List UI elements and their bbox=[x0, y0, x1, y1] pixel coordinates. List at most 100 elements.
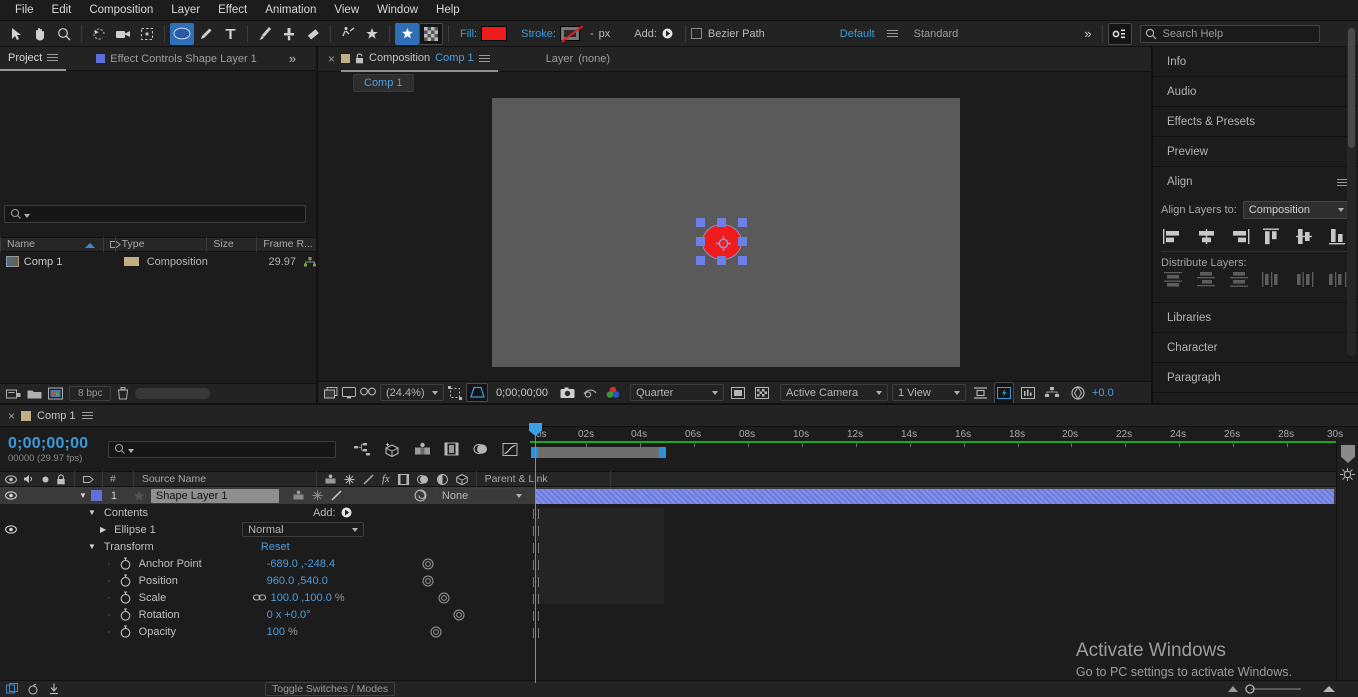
type-tool-icon[interactable] bbox=[218, 23, 242, 45]
rotation-expression-icon[interactable] bbox=[453, 609, 465, 621]
timeline-motion-icon[interactable] bbox=[1339, 467, 1356, 482]
project-tabs-overflow-icon[interactable]: » bbox=[289, 51, 296, 66]
layer-parent-select[interactable]: None bbox=[436, 488, 528, 503]
align-right-icon[interactable] bbox=[1229, 228, 1250, 245]
layer-collapse-toggle-icon[interactable] bbox=[312, 490, 323, 501]
transform-expand-triangle-icon[interactable]: ▼ bbox=[88, 542, 96, 551]
rotation-value[interactable]: 0 x +0.0 bbox=[267, 609, 306, 621]
scale-expression-icon[interactable] bbox=[438, 592, 450, 604]
distribute-bottom-icon[interactable] bbox=[1229, 271, 1250, 288]
zoom-level-select[interactable]: (24.4%) bbox=[380, 384, 444, 401]
snapshot-camera-icon[interactable] bbox=[560, 387, 575, 399]
scale-stopwatch-icon[interactable] bbox=[120, 591, 131, 604]
draft-3d-icon[interactable] bbox=[384, 442, 401, 457]
layer-ellipse-row[interactable]: ▶ Ellipse 1 Normal bbox=[0, 521, 1358, 538]
timeline-panel-menu-icon[interactable] bbox=[82, 410, 93, 421]
clone-stamp-tool-icon[interactable] bbox=[277, 23, 301, 45]
column-index[interactable]: # bbox=[110, 473, 116, 485]
panel-effects-presets[interactable]: Effects & Presets bbox=[1153, 107, 1358, 137]
transform-handle-ml[interactable] bbox=[696, 237, 705, 246]
column-frame-rate[interactable]: Frame R... bbox=[256, 237, 316, 252]
opacity-stopwatch-icon[interactable] bbox=[120, 625, 131, 638]
label-color-column-icon[interactable] bbox=[83, 475, 94, 484]
panel-libraries[interactable]: Libraries bbox=[1153, 303, 1358, 333]
lock-column-icon[interactable] bbox=[56, 474, 66, 485]
project-panel-menu-icon[interactable] bbox=[47, 52, 58, 63]
composition-mini-flowchart-icon[interactable] bbox=[354, 442, 371, 456]
tab-composition[interactable]: Composition Comp 1 bbox=[341, 47, 498, 72]
menu-item-file[interactable]: File bbox=[6, 2, 43, 18]
align-left-icon[interactable] bbox=[1163, 228, 1184, 245]
label-column-icon[interactable] bbox=[103, 237, 115, 252]
breadcrumb-comp-1[interactable]: Comp 1 bbox=[353, 74, 414, 92]
align-horizontal-center-icon[interactable] bbox=[1196, 228, 1217, 245]
property-row-anchor-point[interactable]: · Anchor Point -689.0 ,-248.4 bbox=[0, 555, 1358, 572]
composition-viewer[interactable] bbox=[318, 94, 1151, 381]
project-footer-slider[interactable] bbox=[135, 388, 210, 399]
panel-info[interactable]: Info bbox=[1153, 47, 1358, 77]
transparency-grid-toggle-icon[interactable] bbox=[466, 383, 488, 402]
fast-previews-icon[interactable] bbox=[994, 382, 1014, 404]
transform-handle-tr[interactable] bbox=[738, 218, 747, 227]
opacity-value[interactable]: 100 bbox=[267, 626, 285, 638]
position-expression-icon[interactable] bbox=[422, 575, 434, 587]
column-type[interactable]: Type bbox=[115, 237, 207, 252]
brush-tool-icon[interactable] bbox=[253, 23, 277, 45]
work-area-end-handle[interactable] bbox=[659, 447, 666, 458]
transform-handle-bl[interactable] bbox=[696, 256, 705, 265]
show-snapshot-icon[interactable] bbox=[583, 387, 598, 398]
camera-tool-icon[interactable] bbox=[111, 23, 135, 45]
enable-motion-blur-icon[interactable] bbox=[472, 442, 489, 456]
position-stopwatch-icon[interactable] bbox=[120, 574, 131, 587]
composition-timecode[interactable]: 0;00;00;00 bbox=[496, 387, 548, 399]
stroke-color-swatch[interactable] bbox=[560, 26, 580, 41]
region-interest-toggle-icon[interactable] bbox=[728, 382, 748, 404]
close-tab-icon[interactable]: × bbox=[328, 52, 335, 66]
audio-icon[interactable] bbox=[23, 474, 35, 484]
always-preview-icon[interactable] bbox=[342, 387, 356, 399]
eraser-tool-icon[interactable] bbox=[301, 23, 325, 45]
composition-flowchart-view-icon[interactable] bbox=[1042, 382, 1062, 404]
layer-name[interactable]: Shape Layer 1 bbox=[151, 489, 279, 503]
new-folder-icon[interactable] bbox=[6, 388, 21, 400]
exposure-icon[interactable] bbox=[1071, 386, 1085, 400]
timeline-search-input[interactable] bbox=[108, 441, 336, 458]
property-row-opacity[interactable]: · Opacity 100 % bbox=[0, 623, 1358, 640]
distribute-vertical-center-icon[interactable] bbox=[1196, 271, 1217, 288]
layer-parent-pickwhip-icon[interactable] bbox=[414, 489, 427, 502]
contents-expand-triangle-icon[interactable]: ▼ bbox=[88, 508, 96, 517]
timeline-snap-icon[interactable] bbox=[27, 683, 40, 695]
anchor-point-stopwatch-icon[interactable] bbox=[120, 557, 131, 570]
selection-tool-icon[interactable] bbox=[4, 23, 28, 45]
pixel-aspect-correction-icon[interactable] bbox=[970, 382, 990, 404]
tab-effect-controls[interactable]: Effect Controls Shape Layer 1 bbox=[88, 47, 265, 71]
rotation-tool-icon[interactable] bbox=[87, 23, 111, 45]
region-of-interest-icon[interactable] bbox=[448, 386, 462, 400]
fill-color-swatch[interactable] bbox=[481, 26, 507, 41]
shape-tool-icon[interactable] bbox=[170, 23, 194, 45]
position-value[interactable]: 960.0 ,540.0 bbox=[267, 575, 422, 587]
zoom-out-timeline-icon[interactable] bbox=[1226, 684, 1240, 694]
transform-handle-br[interactable] bbox=[738, 256, 747, 265]
graph-editor-icon[interactable] bbox=[502, 442, 518, 457]
menu-item-view[interactable]: View bbox=[325, 2, 368, 18]
scale-value[interactable]: 100.0 ,100.0 bbox=[271, 592, 332, 604]
bit-depth-button[interactable]: 8 bpc bbox=[69, 386, 111, 401]
timeline-current-time[interactable]: 0;00;00;00 00000 (29.97 fps) bbox=[8, 435, 108, 464]
new-composition-icon[interactable] bbox=[48, 387, 63, 400]
ellipse-blend-mode-select[interactable]: Normal bbox=[242, 522, 364, 537]
align-top-icon[interactable] bbox=[1261, 228, 1282, 245]
timeline-pin-icon[interactable] bbox=[48, 683, 60, 695]
distribute-left-icon[interactable] bbox=[1261, 271, 1282, 288]
pen-tool-icon[interactable] bbox=[194, 23, 218, 45]
distribute-right-icon[interactable] bbox=[1327, 271, 1348, 288]
workspace-overflow-icon[interactable]: » bbox=[1084, 26, 1091, 41]
puppet-pin-tool-icon[interactable] bbox=[360, 23, 384, 45]
transform-handle-mr[interactable] bbox=[738, 237, 747, 246]
layer-contents-row[interactable]: ▼ Contents Add: bbox=[0, 504, 1358, 521]
timeline-zoom-slider[interactable] bbox=[1243, 683, 1303, 695]
tab-layer[interactable]: Layer (none) bbox=[538, 47, 618, 72]
resolution-select[interactable]: Quarter bbox=[630, 384, 724, 401]
folder-icon[interactable] bbox=[27, 388, 42, 400]
enable-frame-blending-icon[interactable] bbox=[444, 442, 459, 456]
